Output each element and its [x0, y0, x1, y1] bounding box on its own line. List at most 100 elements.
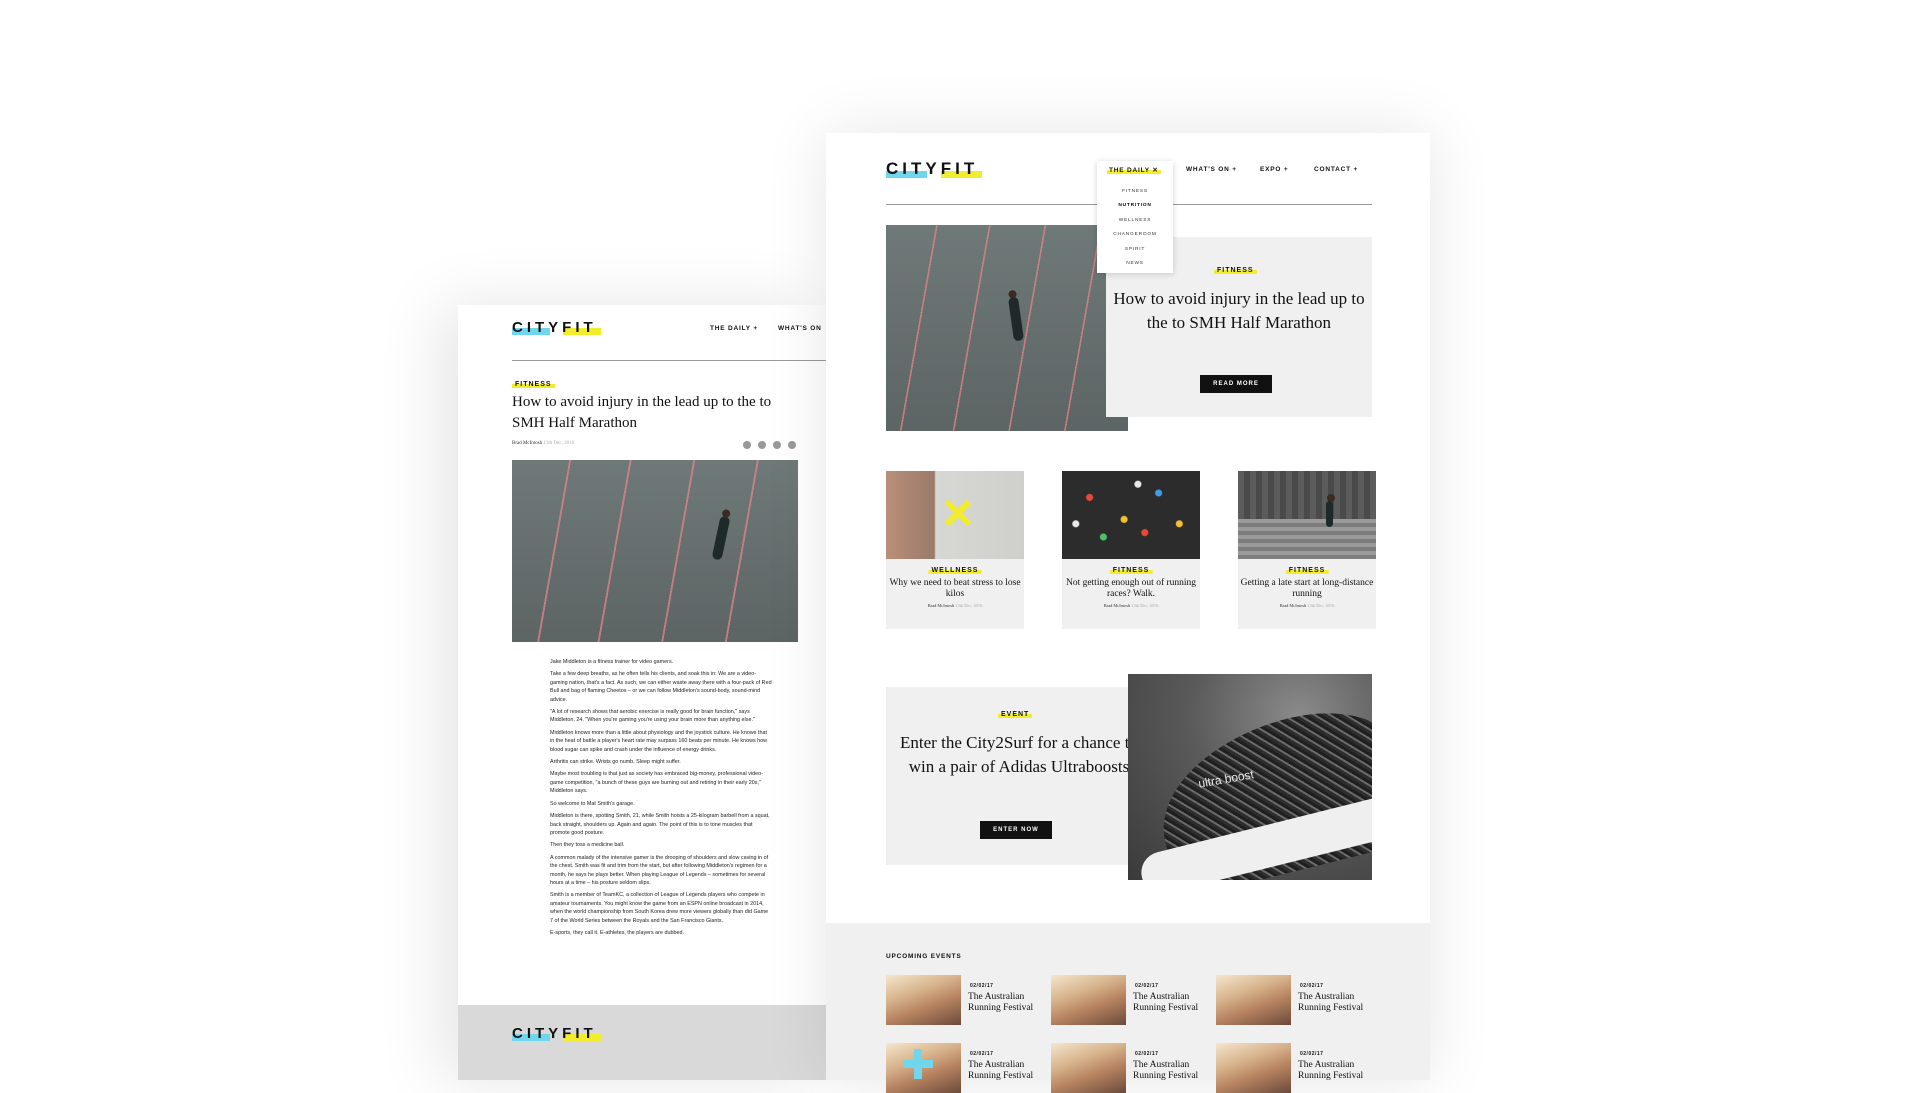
body-paragraph: E-sports, they call it. E-athletes, the … [550, 929, 684, 936]
event-date: 02/02/17 [968, 983, 996, 989]
event-name[interactable]: The Australian Running Festival [1298, 1060, 1378, 1082]
share-twitter-icon[interactable] [758, 441, 766, 449]
card-image [1062, 471, 1200, 559]
runner-figure [1326, 494, 1335, 527]
article-body: Jake Middleton is a fitness trainer for … [550, 658, 772, 941]
body-paragraph: Maybe most troubling is that just as soc… [550, 771, 763, 795]
event-date: 02/02/17 [1133, 983, 1161, 989]
body-paragraph: Then they toss a medicine ball. [550, 842, 625, 849]
card-title[interactable]: Getting a late start at long-distance ru… [1238, 578, 1376, 600]
enter-now-button[interactable]: ENTER NOW [980, 821, 1052, 839]
card-title[interactable]: Not getting enough out of running races?… [1062, 578, 1200, 600]
event-list-item[interactable]: 02/02/17 The Australian Running Festival [1051, 1043, 1211, 1093]
author-name: Brad McIntosh [1279, 603, 1307, 608]
page-footer: CITYFIT [458, 1005, 826, 1080]
article-card[interactable]: FITNESS Not getting enough out of runnin… [1062, 471, 1200, 629]
body-paragraph: A common malady of the intensive gamer i… [550, 854, 769, 886]
event-list-item[interactable]: 02/02/17 The Australian Running Festival [1216, 975, 1376, 1025]
event-image [1051, 975, 1126, 1025]
event-list-item[interactable]: 02/02/17 The Australian Running Festival [1051, 975, 1211, 1025]
event-name[interactable]: The Australian Running Festival [1133, 992, 1213, 1014]
card-byline: Brad McIntosh 13th Dec, 2016 [1062, 603, 1200, 608]
card-date: 13th Dec, 2016 [955, 603, 983, 608]
feature-title[interactable]: How to avoid injury in the lead up to th… [1106, 287, 1372, 335]
article-page-mockup: CITYFIT THE DAILY + WHAT'S ON FITNESS Ho… [458, 305, 826, 1080]
category-tag[interactable]: FITNESS [1285, 567, 1329, 574]
dropdown-item-spirit[interactable]: SPIRIT [1097, 243, 1173, 257]
share-facebook-icon[interactable] [743, 441, 751, 449]
share-link-icon[interactable] [788, 441, 796, 449]
event-promo-card: EVENT Enter the City2Surf for a chance t… [886, 687, 1152, 865]
home-page-mockup: CITYFIT WHAT'S ON + EXPO + CONTACT + THE… [826, 133, 1430, 1093]
dropdown-item-changeroom[interactable]: CHANGEROOM [1097, 228, 1173, 242]
cityfit-logo[interactable]: CITYFIT [886, 159, 983, 179]
upcoming-events-title: UPCOMING EVENTS [886, 953, 962, 960]
event-image [1216, 1043, 1291, 1093]
event-image [886, 975, 961, 1025]
category-tag[interactable]: EVENT [998, 711, 1033, 718]
dropdown-item-wellness[interactable]: WELLNESS [1097, 214, 1173, 228]
article-card[interactable]: WELLNESS Why we need to beat stress to l… [886, 471, 1024, 629]
nav-the-daily[interactable]: THE DAILY + [710, 325, 758, 332]
event-list-item[interactable]: 02/02/17 The Australian Running Festival [1216, 1043, 1376, 1093]
header-divider [512, 360, 826, 361]
card-image [886, 471, 1024, 559]
nav-contact[interactable]: CONTACT + [1314, 166, 1358, 173]
author-name: Brad McIntosh [512, 441, 543, 446]
body-paragraph: Jake Middleton is a fitness trainer for … [550, 659, 674, 665]
article-title: How to avoid injury in the lead up to th… [512, 394, 772, 431]
nav-expo[interactable]: EXPO + [1260, 166, 1288, 173]
dropdown-list: FITNESS NUTRITION WELLNESS CHANGEROOM SP… [1097, 185, 1173, 271]
shoe-image[interactable]: ultra boost [1128, 674, 1372, 880]
footer-logo[interactable]: CITYFIT [512, 1025, 601, 1042]
cityfit-logo[interactable]: CITYFIT [512, 319, 601, 336]
body-paragraph: Middleton is there, spotting Smith, 21, … [550, 813, 770, 836]
runner-figure [1007, 296, 1025, 342]
event-image [1216, 975, 1291, 1025]
category-tag[interactable]: FITNESS [1214, 267, 1257, 274]
nav-the-daily[interactable]: THE DAILY ✕ [1107, 166, 1161, 174]
category-tag[interactable]: WELLNESS [928, 567, 982, 574]
nav-whats-on[interactable]: WHAT'S ON [778, 325, 822, 332]
event-list-item[interactable]: 02/02/17 The Australian Running Festival [886, 975, 1046, 1025]
card-date: 13th Dec, 2016 [1131, 603, 1159, 608]
the-daily-dropdown-menu[interactable]: THE DAILY ✕ FITNESS NUTRITION WELLNESS C… [1097, 161, 1173, 273]
body-paragraph: Arthritis can strike. Wrists go numb. Sl… [550, 759, 681, 766]
author-name: Brad McIntosh [927, 603, 955, 608]
event-image [886, 1043, 961, 1093]
article-byline: Brad McIntosh 13th Dec, 2016 [512, 441, 574, 446]
event-date: 02/02/17 [1298, 983, 1326, 989]
event-date: 02/02/17 [968, 1051, 996, 1057]
article-card[interactable]: FITNESS Getting a late start at long-dis… [1238, 471, 1376, 629]
event-name[interactable]: The Australian Running Festival [968, 1060, 1048, 1082]
event-name[interactable]: The Australian Running Festival [1133, 1060, 1213, 1082]
body-paragraph: Smith is a member of TeamKC, a collectio… [550, 892, 769, 924]
article-date: 13th Dec, 2016 [543, 441, 575, 446]
author-name: Brad McIntosh [1103, 603, 1131, 608]
event-name[interactable]: The Australian Running Festival [1298, 992, 1378, 1014]
event-date: 02/02/17 [1298, 1051, 1326, 1057]
event-name[interactable]: The Australian Running Festival [968, 992, 1048, 1014]
event-title[interactable]: Enter the City2Surf for a chance to win … [886, 731, 1152, 779]
card-date: 13th Dec, 2016 [1307, 603, 1335, 608]
feature-image[interactable] [886, 225, 1128, 431]
card-byline: Brad McIntosh 13th Dec, 2016 [1238, 603, 1376, 608]
read-more-button[interactable]: READ MORE [1200, 375, 1272, 393]
body-paragraph: Middleton knows more than a little about… [550, 729, 768, 753]
card-title[interactable]: Why we need to beat stress to lose kilos [886, 578, 1024, 600]
dropdown-item-fitness[interactable]: FITNESS [1097, 185, 1173, 199]
card-image [1238, 471, 1376, 559]
event-date: 02/02/17 [1133, 1051, 1161, 1057]
upcoming-events-section: UPCOMING EVENTS 02/02/17 The Australian … [826, 923, 1430, 1093]
event-list-item[interactable]: 02/02/17 The Australian Running Festival [886, 1043, 1046, 1093]
category-tag[interactable]: FITNESS [1109, 567, 1153, 574]
card-byline: Brad McIntosh 13th Dec, 2016 [886, 603, 1024, 608]
body-paragraph: So welcome to Mat Smith's garage. [550, 800, 635, 807]
body-paragraph: Take a few deep breaths, as he often tel… [550, 671, 772, 703]
category-tag[interactable]: FITNESS [512, 381, 555, 388]
nav-whats-on[interactable]: WHAT'S ON + [1186, 166, 1237, 173]
share-email-icon[interactable] [773, 441, 781, 449]
body-paragraph: "A lot of research shows that aerobic ex… [550, 709, 755, 724]
dropdown-item-nutrition[interactable]: NUTRITION [1097, 199, 1173, 213]
dropdown-item-news[interactable]: NEWS [1097, 257, 1173, 271]
